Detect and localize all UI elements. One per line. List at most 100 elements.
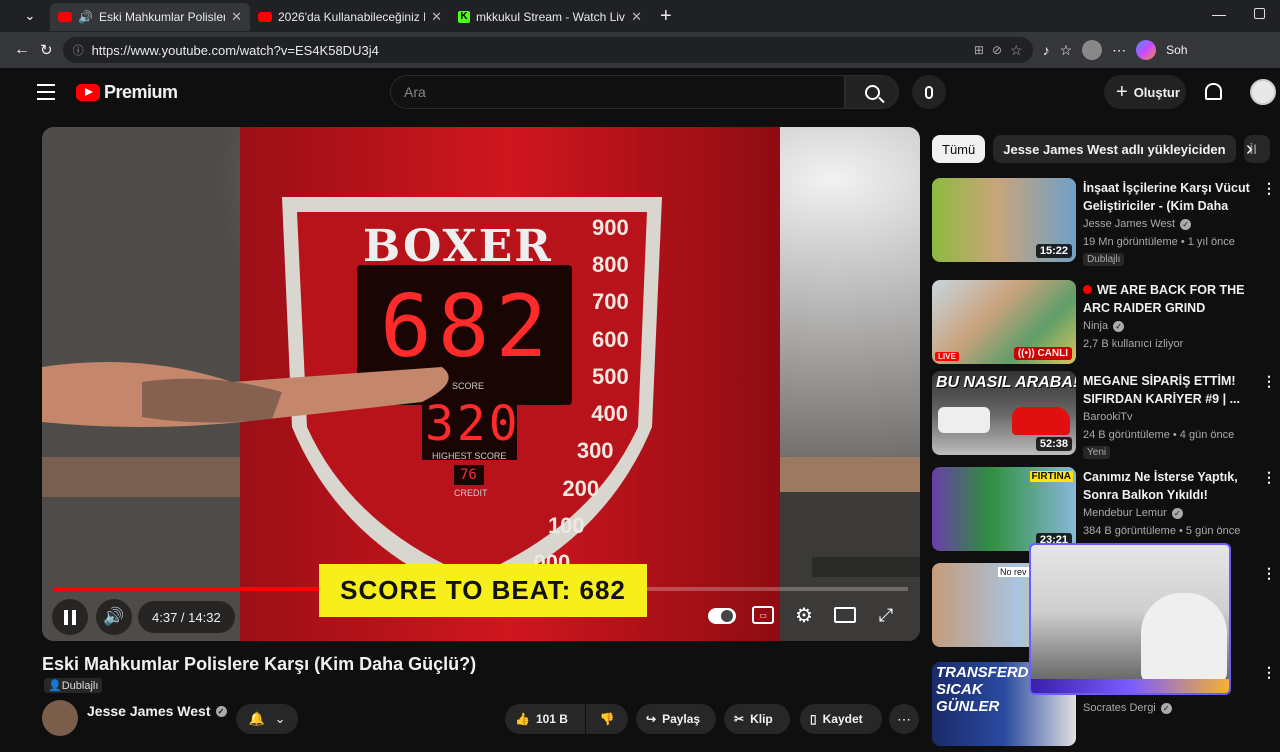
account-avatar[interactable]: [1250, 79, 1276, 105]
recommendation-title[interactable]: MEGANE SİPARİŞ ETTİM! SIFIRDAN KARİYER #…: [1083, 372, 1259, 408]
video-thumbnail[interactable]: 15:22: [932, 178, 1076, 262]
share-button[interactable]: ↪ Paylaş: [636, 704, 716, 734]
autoplay-toggle[interactable]: [708, 608, 736, 624]
extensions-icon[interactable]: ♪: [1043, 42, 1050, 58]
profile-avatar[interactable]: [1082, 40, 1103, 60]
new-tab-icon[interactable]: +: [660, 5, 672, 28]
address-bar[interactable]: ⓘ https://www.youtube.com/watch?v=ES4K58…: [62, 37, 1033, 63]
machine-credit-label: CREDIT: [454, 488, 488, 498]
close-tab-icon[interactable]: ✕: [631, 9, 642, 25]
more-options-icon[interactable]: ⋮: [1262, 664, 1276, 681]
bell-icon: 🔔: [248, 711, 265, 726]
minimize-icon[interactable]: —: [1212, 6, 1226, 22]
reload-icon[interactable]: ↻: [40, 41, 53, 59]
machine-scale-value: 200: [562, 475, 600, 501]
related-filter-chips: Tümü Jesse James West adlı yükleyiciden …: [932, 135, 1270, 163]
recommendation-channel[interactable]: Socrates Dergi ✓: [1083, 702, 1172, 714]
video-thumbnail[interactable]: FIRTINA 23:21: [932, 467, 1076, 551]
tab-list-chevron-icon[interactable]: ⌄: [16, 2, 44, 30]
favorites-icon[interactable]: ☆: [1060, 42, 1073, 59]
logo-text: Premium: [104, 82, 178, 102]
notifications-bell-icon[interactable]: [1205, 83, 1222, 100]
recommendation-channel[interactable]: Jesse James West ✓: [1083, 218, 1192, 230]
video-thumbnail[interactable]: BU NASIL ARABA! 52:38: [932, 371, 1076, 455]
maximize-icon[interactable]: [1254, 8, 1265, 19]
more-options-icon[interactable]: ⋮: [1262, 373, 1276, 390]
browser-tab-youtube-video[interactable]: 🔊 Eski Mahkumlar Polislere Karşı ✕: [50, 3, 250, 31]
back-icon[interactable]: ←: [14, 41, 30, 59]
machine-scale-value: 800: [592, 252, 629, 278]
search-button[interactable]: [845, 75, 899, 109]
mic-icon: [925, 85, 933, 99]
video-player[interactable]: BOXER 682 SCORE 320 HIGHEST SCORE 76 CRE…: [42, 127, 920, 641]
recommendation-meta: 384 B görüntüleme • 5 gün önce: [1083, 525, 1241, 537]
channel-text: Socrates Dergi: [1083, 702, 1156, 714]
tracking-icon[interactable]: ⊘: [992, 43, 1002, 57]
recommendation-channel[interactable]: Mendebur Lemur ✓: [1083, 507, 1183, 519]
machine-scale-value: 900: [592, 215, 629, 240]
voice-search-button[interactable]: [912, 75, 946, 109]
channel-name[interactable]: Jesse James West ✓: [87, 703, 227, 719]
recommendation-item[interactable]: BU NASIL ARABA! 52:38 MEGANE SİPARİŞ ETT…: [932, 371, 1276, 461]
tab-title: mkkukul Stream - Watch Live on K: [476, 10, 625, 24]
video-thumbnail[interactable]: LIVE ((•)) CANLI: [932, 280, 1076, 364]
clip-button[interactable]: ✂ Klip: [724, 704, 790, 734]
verified-icon: ✓: [1171, 507, 1183, 519]
apps-icon[interactable]: ⊞: [974, 43, 984, 57]
chip-from-uploader[interactable]: Jesse James West adlı yükleyiciden: [993, 135, 1236, 163]
save-button[interactable]: ▯ Kaydet: [800, 704, 882, 734]
more-actions-button[interactable]: ⋯: [889, 704, 919, 734]
live-dot-icon: [1083, 285, 1092, 294]
chip-all[interactable]: Tümü: [932, 135, 986, 163]
recommendation-meta: 24 B görüntüleme • 4 gün önce: [1083, 429, 1235, 441]
channel-text: Mendebur Lemur: [1083, 507, 1167, 519]
volume-button[interactable]: 🔊: [96, 599, 132, 635]
browser-tab-kick[interactable]: K mkkukul Stream - Watch Live on K ✕: [450, 3, 650, 31]
create-button[interactable]: + Oluştur: [1104, 75, 1186, 109]
share-label: Paylaş: [662, 712, 701, 726]
channel-avatar[interactable]: [42, 700, 78, 736]
more-options-icon[interactable]: ⋮: [1262, 180, 1276, 197]
copilot-icon[interactable]: [1136, 40, 1157, 60]
recommendation-channel[interactable]: Ninja ✓: [1083, 320, 1125, 332]
machine-scale-value: 600: [592, 326, 629, 352]
theater-mode-icon[interactable]: [834, 607, 856, 623]
tab-title: Eski Mahkumlar Polislere Karşı: [98, 10, 226, 24]
recommendation-channel[interactable]: BarookiTv: [1083, 411, 1133, 423]
machine-scale: 900 800 700 600 500 400 300 200 100 000: [512, 215, 642, 575]
verified-icon: ✓: [1113, 320, 1125, 332]
fullscreen-icon[interactable]: ⤢: [874, 603, 898, 627]
recommendation-title[interactable]: İnşaat İşçilerine Karşı Vücut Geliştiric…: [1083, 179, 1259, 215]
close-tab-icon[interactable]: ✕: [431, 9, 442, 25]
settings-gear-icon[interactable]: ⚙: [792, 603, 816, 627]
close-tab-icon[interactable]: ✕: [231, 9, 242, 25]
chevron-right-icon[interactable]: ›: [1246, 138, 1253, 161]
subtitles-button[interactable]: ▭: [752, 606, 774, 624]
more-options-icon[interactable]: ⋮: [1262, 565, 1276, 582]
chevron-down-icon: ⌄: [274, 711, 286, 726]
menu-icon[interactable]: [37, 84, 55, 100]
speaker-icon[interactable]: 🔊: [78, 10, 93, 24]
channel-text: Jesse James West: [1083, 218, 1176, 230]
youtube-logo[interactable]: Premium: [76, 82, 178, 103]
favorite-star-icon[interactable]: ☆: [1010, 42, 1023, 59]
url-text[interactable]: https://www.youtube.com/watch?v=ES4K58DU…: [92, 43, 379, 58]
search-input[interactable]: Ara: [390, 75, 845, 109]
browser-tab-strip: ⌄ 🔊 Eski Mahkumlar Polislere Karşı ✕ 202…: [0, 0, 1280, 32]
dislike-button[interactable]: 👎: [586, 704, 628, 734]
more-options-icon[interactable]: ⋮: [1262, 469, 1276, 486]
more-menu-icon[interactable]: ⋯: [1112, 42, 1126, 59]
pause-button[interactable]: [52, 599, 88, 635]
recommendation-title[interactable]: Canımız Ne İsterse Yaptık, Sonra Balkon …: [1083, 468, 1259, 504]
youtube-favicon-icon: [58, 12, 72, 22]
like-button[interactable]: 👍 101 B: [505, 704, 585, 734]
recommendation-item[interactable]: 15:22 İnşaat İşçilerine Karşı Vücut Geli…: [932, 178, 1276, 268]
site-info-icon[interactable]: ⓘ: [73, 42, 84, 58]
recommendation-item[interactable]: LIVE ((•)) CANLI WE ARE BACK FOR THE ARC…: [932, 280, 1272, 370]
recommendation-title[interactable]: WE ARE BACK FOR THE ARC RAIDER GRIND: [1083, 281, 1259, 317]
browser-tab-youtube-2026[interactable]: 2026'da Kullanabileceğiniz En İyi ✕: [250, 3, 450, 31]
subscribe-bell-button[interactable]: 🔔 ⌄: [236, 704, 298, 734]
overlay-text: SCORE TO BEAT: 682: [340, 575, 626, 605]
save-label: Kaydet: [822, 712, 863, 726]
copilot-label[interactable]: Soh: [1166, 43, 1187, 57]
